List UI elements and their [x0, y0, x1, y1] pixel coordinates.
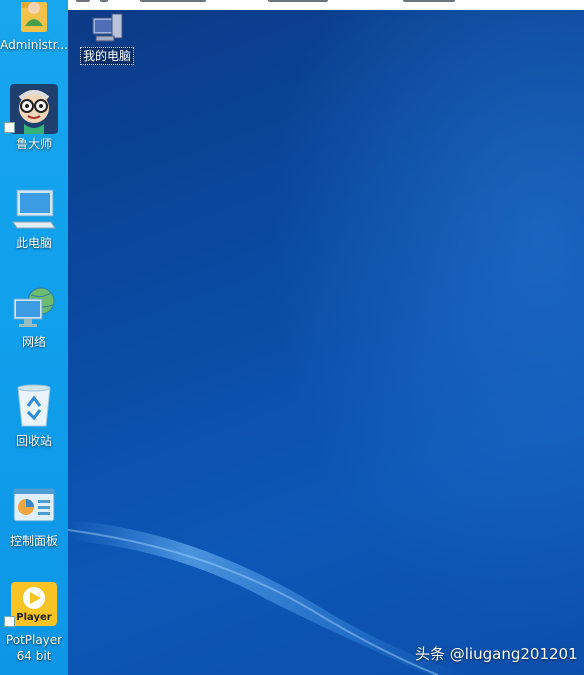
desktop-icon-recycle-bin[interactable]: 回收站	[0, 384, 68, 450]
wallpaper-light-streak	[68, 520, 468, 675]
desktop-icon-column: Administr... 鲁大师 此电脑 网络 回收站 控制面板 Player …	[0, 0, 68, 675]
network-icon	[11, 287, 57, 333]
computer-icon	[11, 188, 57, 234]
recycle-bin-icon	[14, 384, 54, 432]
top-fragment	[100, 0, 108, 2]
potplayer-icon: Player	[11, 582, 57, 626]
desktop-icon-label: PotPlayer	[5, 633, 63, 647]
shortcut-arrow-icon	[4, 616, 15, 627]
inner-my-computer[interactable]	[90, 12, 124, 48]
desktop-icon-this-pc[interactable]: 此电脑	[0, 186, 68, 252]
potplayer-badge-text: Player	[16, 612, 52, 623]
desktop-icon-potplayer[interactable]: Player PotPlayer 64 bit	[0, 580, 68, 670]
desktop-icon-label: 控制面板	[9, 534, 58, 548]
desktop-icon-administrator[interactable]: Administr...	[0, 0, 68, 56]
top-fragment	[76, 0, 90, 2]
desktop-icon-label: 此电脑	[15, 236, 52, 250]
desktop-icon-ludashi[interactable]: 鲁大师	[0, 82, 68, 152]
watermark-text: 头条 @liugang201201	[415, 645, 578, 663]
top-fragment	[140, 0, 206, 2]
desktop-icon-network[interactable]: 网络	[0, 285, 68, 351]
user-folder-icon	[17, 0, 51, 38]
desktop-icon-label-line2: 64 bit	[16, 649, 52, 663]
desktop-icon-label: 鲁大师	[15, 137, 52, 151]
desktop-wallpaper	[68, 10, 584, 675]
shortcut-arrow-icon	[4, 122, 15, 133]
ludashi-icon	[10, 84, 58, 138]
control-panel-icon	[13, 488, 55, 526]
desktop-icon-label: Administr...	[0, 38, 68, 52]
top-fragment	[403, 0, 455, 2]
my-computer-icon	[90, 12, 124, 48]
inner-my-computer-label[interactable]: 我的电脑	[80, 47, 135, 65]
top-fragment	[268, 0, 328, 2]
desktop-icon-label: 回收站	[15, 434, 52, 448]
desktop-icon-control-panel[interactable]: 控制面板	[0, 484, 68, 550]
desktop-icon-label: 网络	[21, 335, 46, 349]
